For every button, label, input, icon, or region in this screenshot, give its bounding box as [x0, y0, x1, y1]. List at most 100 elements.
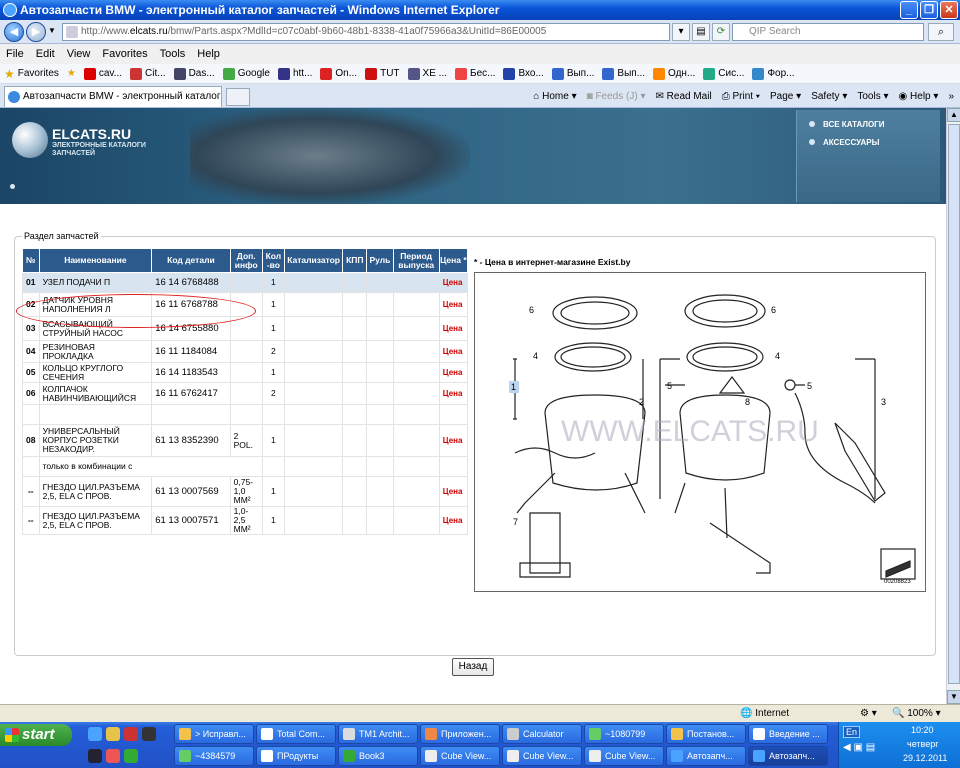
- task-button[interactable]: Cube View...: [584, 746, 664, 766]
- home-button[interactable]: ⌂ Home ▾: [533, 91, 576, 102]
- app-quick-icon[interactable]: [88, 749, 102, 763]
- menu-help[interactable]: Help: [197, 44, 220, 64]
- price-link[interactable]: Цена: [438, 292, 469, 317]
- compatibility-icon[interactable]: ▤: [692, 23, 710, 41]
- tab-elcats[interactable]: Автозапчасти BMW - электронный каталог з…: [4, 86, 222, 107]
- fav-item[interactable]: Бес...: [455, 67, 495, 80]
- price-link[interactable]: Цена: [438, 272, 469, 293]
- history-dropdown-icon[interactable]: ▼: [48, 26, 56, 35]
- task-button[interactable]: TM1 Archit...: [338, 724, 418, 744]
- price-link[interactable]: Цена: [438, 340, 469, 363]
- task-button[interactable]: ПРодукты: [256, 746, 336, 766]
- safety-menu[interactable]: Safety ▾: [811, 91, 847, 102]
- help-menu[interactable]: ◉ Help ▾: [899, 91, 939, 102]
- vertical-scrollbar[interactable]: ▲ ▼: [946, 108, 960, 704]
- task-button[interactable]: Cube View...: [420, 746, 500, 766]
- fav-item[interactable]: Сис...: [703, 67, 744, 80]
- back-arrow-icon[interactable]: ◀: [4, 22, 24, 42]
- menu-edit[interactable]: Edit: [36, 44, 55, 64]
- fav-item[interactable]: cav...: [83, 67, 122, 80]
- tray-icons[interactable]: ◀ ▣ ▤: [843, 742, 875, 753]
- fav-item[interactable]: Cit...: [130, 67, 166, 80]
- task-button[interactable]: Calculator: [502, 724, 582, 744]
- ie-quick-icon[interactable]: [88, 727, 102, 741]
- refresh-icon[interactable]: ⟳: [712, 23, 730, 41]
- fav-item[interactable]: Вып...: [602, 67, 645, 80]
- menu-view[interactable]: View: [67, 44, 91, 64]
- add-favorite-icon[interactable]: ★: [67, 68, 76, 79]
- tools-menu[interactable]: Tools ▾: [857, 91, 888, 102]
- search-icon[interactable]: ⌕: [928, 23, 954, 41]
- app-quick-icon[interactable]: [142, 727, 156, 741]
- task-button[interactable]: Введение ...: [748, 724, 828, 744]
- protected-mode-icon[interactable]: ⚙ ▾: [860, 707, 877, 721]
- dropdown-icon[interactable]: ▾: [672, 23, 690, 41]
- new-tab-button[interactable]: [226, 88, 250, 106]
- table-row[interactable]: 04 РЕЗИНОВАЯ ПРОКЛАДКА 16 11 1184084 2 Ц…: [22, 340, 469, 363]
- table-row[interactable]: 01 УЗЕЛ ПОДАЧИ П 16 14 6768488 1 Цена: [22, 272, 469, 293]
- fav-item[interactable]: Das...: [173, 67, 215, 80]
- fav-item[interactable]: TUT: [365, 67, 400, 80]
- app-quick-icon[interactable]: [124, 749, 138, 763]
- favorites-button[interactable]: ★ Favorites: [4, 67, 59, 81]
- table-row[interactable]: -- ГНЕЗДО ЦИЛ.РАЗЪЕМА 2,5, ELA С ПРОВ. 6…: [22, 476, 469, 507]
- task-button[interactable]: Постанов...: [666, 724, 746, 744]
- task-button[interactable]: Автозапч...: [666, 746, 746, 766]
- app-quick-icon[interactable]: [106, 749, 120, 763]
- fav-item[interactable]: On...: [320, 67, 357, 80]
- price-link[interactable]: Цена: [438, 382, 469, 405]
- task-button-active[interactable]: Автозапч...: [748, 746, 828, 766]
- fav-item[interactable]: Одн...: [653, 67, 695, 80]
- fav-item[interactable]: Фор...: [752, 67, 795, 80]
- task-button[interactable]: > Исправл...: [174, 724, 254, 744]
- menu-favorites[interactable]: Favorites: [102, 44, 147, 64]
- scroll-thumb[interactable]: [948, 124, 960, 684]
- table-row[interactable]: -- ГНЕЗДО ЦИЛ.РАЗЪЕМА 2,5, ELA С ПРОВ. 6…: [22, 506, 469, 535]
- link-all-catalogs[interactable]: ВСЕ КАТАЛОГИ: [809, 120, 884, 129]
- language-indicator[interactable]: En: [843, 726, 861, 738]
- scroll-up-icon[interactable]: ▲: [947, 108, 960, 122]
- search-input[interactable]: QIP Search: [732, 23, 924, 41]
- address-input[interactable]: http://www.elcats.ru/bmw/Parts.aspx?MdlI…: [62, 23, 670, 41]
- print-button[interactable]: ⎙ Print ▾: [722, 91, 760, 102]
- price-link[interactable]: Цена: [438, 476, 469, 507]
- menu-file[interactable]: File: [6, 44, 24, 64]
- link-accessories[interactable]: АКСЕССУАРЫ: [809, 138, 879, 147]
- fav-item[interactable]: XE ...: [407, 67, 447, 80]
- menu-tools[interactable]: Tools: [160, 44, 186, 64]
- maximize-button[interactable]: ❐: [920, 1, 938, 19]
- task-button[interactable]: ~4384579: [174, 746, 254, 766]
- price-link[interactable]: Цена: [438, 506, 469, 535]
- clock-time[interactable]: 10:20: [911, 725, 934, 735]
- task-button[interactable]: Приложен...: [420, 724, 500, 744]
- fav-item[interactable]: htt...: [277, 67, 312, 80]
- zoom-control[interactable]: 🔍 100% ▾: [892, 707, 941, 721]
- table-row[interactable]: 06 КОЛПАЧОК НАВИНЧИВАЮЩИЙСЯ 16 11 676241…: [22, 382, 469, 405]
- page-menu[interactable]: Page ▾: [770, 91, 801, 102]
- site-logo[interactable]: ELCATS.RU: [52, 126, 131, 142]
- task-button[interactable]: Total Com...: [256, 724, 336, 744]
- task-button[interactable]: Book3: [338, 746, 418, 766]
- start-button[interactable]: start: [0, 724, 72, 746]
- scroll-down-icon[interactable]: ▼: [947, 690, 960, 704]
- fav-item[interactable]: Вып...: [551, 67, 594, 80]
- price-link[interactable]: Цена: [438, 424, 469, 457]
- price-link[interactable]: Цена: [438, 316, 469, 341]
- forward-arrow-icon[interactable]: ▶: [26, 22, 46, 42]
- read-mail-button[interactable]: ✉ Read Mail: [655, 91, 711, 102]
- table-row[interactable]: 08 УНИВЕРСАЛЬНЫЙ КОРПУС РОЗЕТКИ НЕЗАКОДИ…: [22, 424, 469, 457]
- app-quick-icon[interactable]: [106, 727, 120, 741]
- task-button[interactable]: ~1080799: [584, 724, 664, 744]
- close-button[interactable]: ✕: [940, 1, 958, 19]
- fav-item[interactable]: Google: [222, 67, 270, 80]
- parts-diagram[interactable]: 6 6 4 4 1 5 5 2 8 3 7 00208823 WWW.ELCAT…: [474, 272, 926, 592]
- app-quick-icon[interactable]: [124, 727, 138, 741]
- feeds-button[interactable]: ◙ Feeds (J) ▾: [587, 91, 646, 102]
- task-button[interactable]: Cube View...: [502, 746, 582, 766]
- fav-item[interactable]: Вхо...: [503, 67, 544, 80]
- more-chevron-icon[interactable]: »: [948, 91, 954, 102]
- table-row[interactable]: 05 КОЛЬЦО КРУГЛОГО СЕЧЕНИЯ 16 14 1183543…: [22, 362, 469, 383]
- price-link[interactable]: Цена: [438, 362, 469, 383]
- minimize-button[interactable]: _: [900, 1, 918, 19]
- window-titlebar[interactable]: Автозапчасти BMW - электронный каталог з…: [0, 0, 960, 20]
